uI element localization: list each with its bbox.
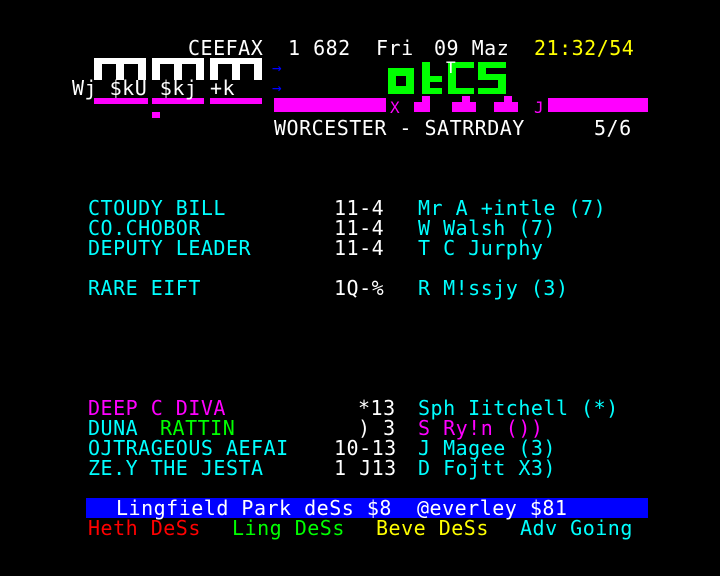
jockey: Sph Iitchell (*) <box>418 396 619 420</box>
odds: 1Q-% <box>334 276 385 300</box>
date-label: 09 Maz <box>434 36 510 60</box>
day-label: Fri <box>376 36 414 60</box>
horse-name: CTOUDY BILL <box>88 196 226 220</box>
jockey: T C Jurphy <box>418 236 544 260</box>
horse-name: DEPUTY LEADER <box>88 236 252 260</box>
horse-name: OJTRAGEOUS AEFAI <box>88 436 289 460</box>
brand-mark-j: J <box>534 98 545 117</box>
subpage-indicator: 5/6 <box>594 116 632 140</box>
brand-graphic <box>274 62 648 112</box>
odds: 11-4 <box>334 236 385 260</box>
odds: ) 3 <box>358 416 396 440</box>
horse-name: DUNA <box>88 416 139 440</box>
page-number: 1 682 <box>288 36 351 60</box>
logo-text: Wj $kU $kj +k <box>72 76 236 100</box>
horse-name: DEEP C DIVA <box>88 396 226 420</box>
odds: 11-4 <box>334 196 385 220</box>
horse-name: ZE.Y THE JESTA <box>88 456 264 480</box>
jockey: R M!ssjy (3) <box>418 276 569 300</box>
page-title: WORCESTER - SATRRDAY <box>274 116 525 140</box>
odds: 11-4 <box>334 216 385 240</box>
clock: 21:32/54 <box>534 36 635 60</box>
brand-mark-x: X <box>390 98 401 117</box>
horse-name: CO.CHOBOR <box>88 216 201 240</box>
fastext-cyan-link[interactable]: Adv Going <box>520 518 633 538</box>
odds: 1 J13 <box>334 456 397 480</box>
jockey: Mr A +intle (7) <box>418 196 607 220</box>
jockey: J Magee (3) <box>418 436 556 460</box>
fastext-yellow-link[interactable]: Beve DeSs <box>376 518 489 538</box>
fastext-red-link[interactable]: Heth DeSs <box>88 518 201 538</box>
horse-name-part: RATTIN <box>160 416 236 440</box>
service-name: CEEFAX <box>188 36 264 60</box>
odds: 10-13 <box>334 436 397 460</box>
brand-mark-t: T <box>446 58 457 77</box>
fastext-green-link[interactable]: Ling DeSs <box>232 518 345 538</box>
jockey: D Fojtt X3) <box>418 456 556 480</box>
jockey: S Ry!n ()) <box>418 416 544 440</box>
jockey: W Walsh (7) <box>418 216 556 240</box>
banner-text: Lingfield Park deSs $8 @everley $81 <box>116 496 568 520</box>
horse-name: RARE EIFT <box>88 276 201 300</box>
odds: *13 <box>358 396 396 420</box>
